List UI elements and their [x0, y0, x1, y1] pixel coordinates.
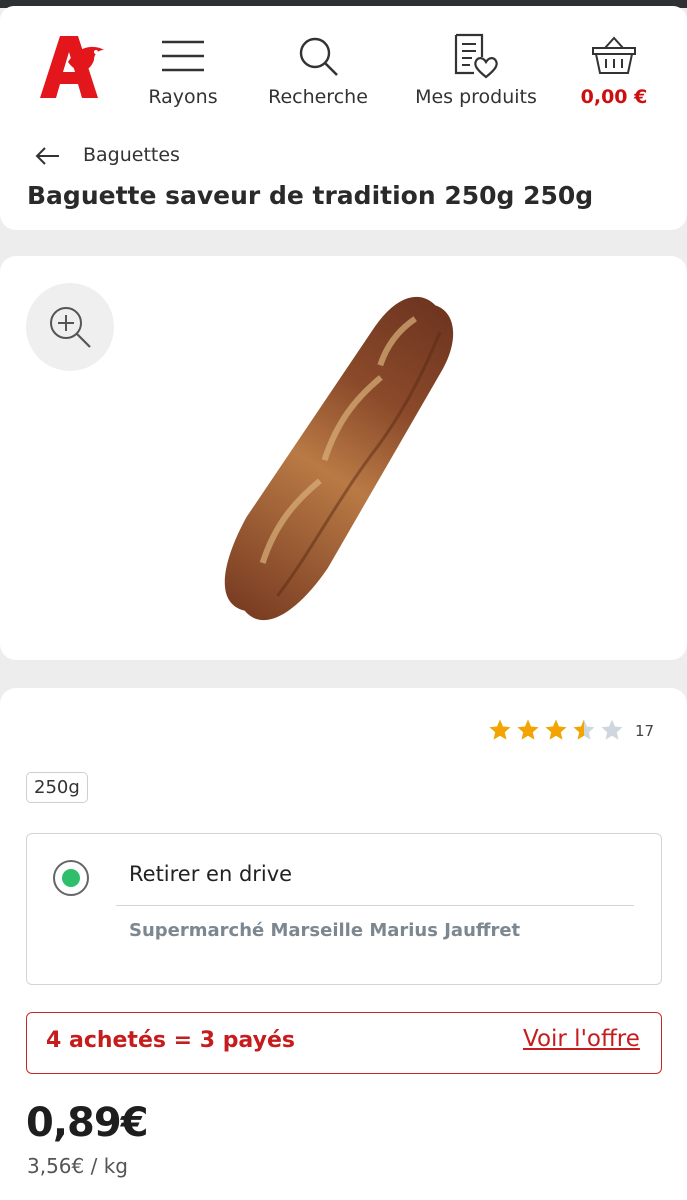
- review-count[interactable]: 17: [635, 722, 654, 740]
- drive-mode-label: Retirer en drive: [129, 862, 293, 886]
- nav-search[interactable]: Recherche: [262, 32, 374, 108]
- app-header: Rayons Recherche Mes produits 0,00 €: [0, 6, 687, 124]
- rating-stars[interactable]: [488, 718, 624, 742]
- product-price: 0,89€: [26, 1100, 149, 1146]
- breadcrumb[interactable]: Baguettes: [83, 144, 180, 166]
- weight-badge: 250g: [26, 772, 88, 803]
- arrow-left-icon[interactable]: [34, 145, 60, 167]
- nav-rayons[interactable]: Rayons: [140, 32, 226, 108]
- store-name[interactable]: Supermarché Marseille Marius Jauffret: [129, 920, 520, 941]
- nav-my-products-label: Mes produits: [415, 86, 537, 108]
- drive-radio[interactable]: [53, 860, 89, 896]
- menu-icon: [140, 32, 226, 80]
- divider: [116, 905, 634, 906]
- auchan-logo-icon[interactable]: [38, 32, 106, 102]
- product-title: Baguette saveur de tradition 250g 250g: [27, 181, 594, 210]
- basket-icon: [572, 32, 656, 80]
- drive-option-box[interactable]: [26, 833, 662, 985]
- title-section: [0, 124, 687, 230]
- nav-rayons-label: Rayons: [148, 86, 218, 108]
- star-full-icon: [545, 719, 567, 740]
- zoom-in-icon: [50, 307, 91, 348]
- star-half-icon: [573, 719, 595, 740]
- see-offer-link[interactable]: Voir l'offre: [523, 1026, 640, 1052]
- nav-my-products[interactable]: Mes produits: [410, 32, 542, 108]
- star-empty-icon: [601, 719, 623, 740]
- radio-selected-dot: [62, 869, 80, 887]
- zoom-button[interactable]: [26, 283, 114, 371]
- promo-offer-text: 4 achetés = 3 payés: [46, 1028, 295, 1053]
- star-full-icon: [489, 719, 511, 740]
- search-icon: [262, 32, 374, 80]
- star-full-icon: [517, 719, 539, 740]
- product-image[interactable]: [180, 278, 500, 638]
- shopping-list-heart-icon: [410, 32, 542, 80]
- cart-button[interactable]: 0,00 €: [572, 32, 656, 108]
- nav-search-label: Recherche: [268, 86, 368, 108]
- cart-total: 0,00 €: [580, 86, 648, 108]
- unit-price: 3,56€ / kg: [27, 1154, 128, 1178]
